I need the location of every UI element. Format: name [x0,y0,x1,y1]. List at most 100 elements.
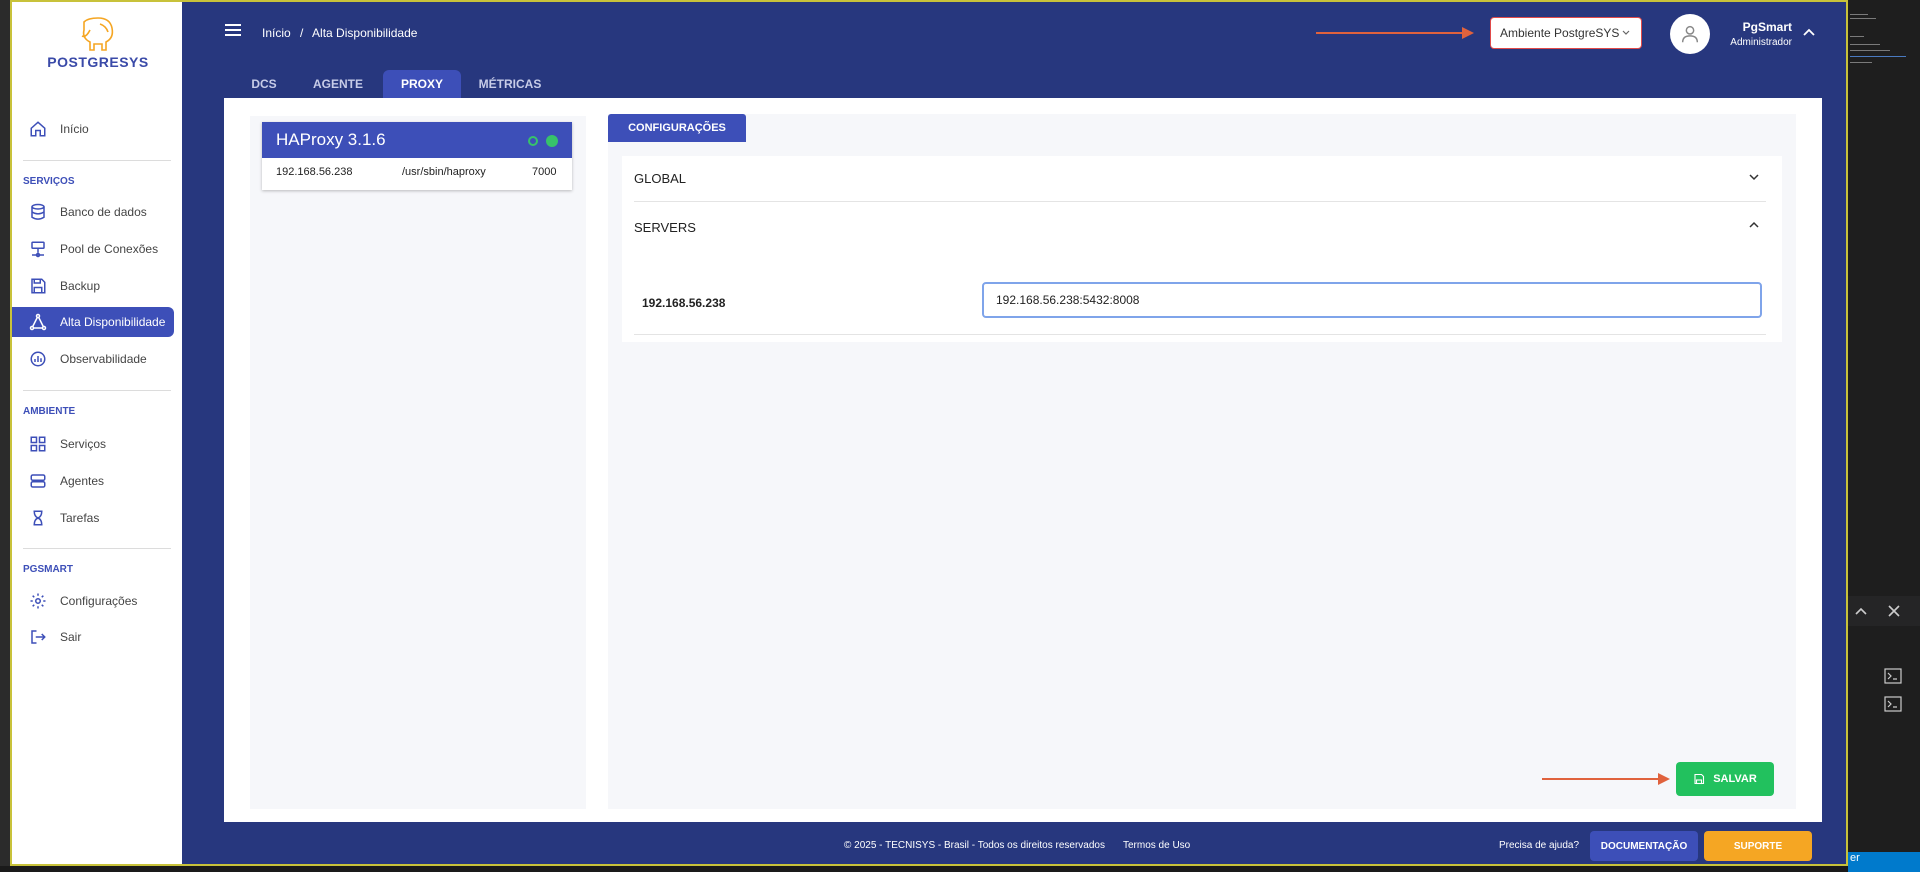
config-accordion: GLOBAL SERVERS 192.168.56.238 192.168.56… [622,156,1782,342]
minimap [1850,10,1910,70]
user-role: Administrador [1730,37,1792,48]
sidebar-item-label: Pool de Conexões [60,242,159,256]
server-stack-icon [28,471,48,491]
sidebar-item-label: Sair [60,630,82,644]
server-name: 192.168.56.238 [642,296,726,310]
chevron-down-icon [1621,28,1631,38]
editor-terminal-list [1848,660,1920,720]
screen: POSTGRESYS Início SERVIÇOS Banco de dado… [0,0,1920,872]
terms-link[interactable]: Termos de Uso [1123,840,1190,851]
proxy-ip: 192.168.56.238 [276,166,353,178]
support-button[interactable]: SUPORTE [1704,831,1812,861]
avatar[interactable] [1670,14,1710,54]
accordion-servers-label: SERVERS [634,219,696,235]
sidebar-item-label: Tarefas [60,511,100,525]
logo-text: POSTGRESYS [47,54,149,70]
editor-status-bar: er [1848,852,1920,872]
terminal-icon[interactable] [1884,668,1902,684]
sidebar-item-inicio[interactable]: Início [12,114,174,144]
tab-proxy[interactable]: PROXY [383,70,461,98]
home-icon [28,119,48,139]
accordion-servers[interactable]: SERVERS [634,204,1766,250]
gear-icon [28,591,48,611]
chevron-up-icon[interactable] [1802,27,1816,37]
annotation-arrow [1316,32,1466,34]
sidebar-item-configuracoes[interactable]: Configurações [12,586,174,616]
left-edge [0,0,10,872]
sidebar-item-label: Configurações [60,594,138,608]
save-disk-icon [28,276,48,296]
user-icon [1681,25,1699,43]
annotation-arrow-head [1462,27,1474,39]
divider [23,160,171,161]
environment-select[interactable]: Ambiente PostgreSYS [1490,17,1642,49]
sidebar-item-banco-de-dados[interactable]: Banco de dados [12,197,174,227]
annotation-arrow-head [1658,773,1670,785]
config-panel: CONFIGURAÇÕES GLOBAL SERVERS 192.168.56.… [608,114,1796,809]
code-editor-strip: er [1848,0,1920,872]
sidebar-item-label: Alta Disponibilidade [60,315,166,329]
breadcrumb-separator: / [300,26,304,40]
footer-copyright: © 2025 - TECNISYS - Brasil - Todos os di… [844,840,1105,851]
database-icon [28,202,48,222]
sidebar-item-label: Observabilidade [60,352,147,366]
tab-agente[interactable]: AGENTE [302,70,374,98]
haproxy-card[interactable]: HAProxy 3.1.6 192.168.56.238 /usr/sbin/h… [262,122,572,190]
chevron-up-icon[interactable] [1854,606,1868,616]
sidebar-item-backup[interactable]: Backup [12,271,174,301]
help-text: Precisa de ajuda? [1499,840,1580,851]
documentation-button[interactable]: DOCUMENTAÇÃO [1590,831,1698,861]
sidebar-item-label: Serviços [60,437,107,451]
divider [23,548,171,549]
chevron-down-icon [1748,172,1760,182]
environment-select-value: Ambiente PostgreSYS [1500,26,1620,40]
proxy-name: HAProxy 3.1.6 [276,130,386,149]
breadcrumb-home-link[interactable]: Início [262,26,291,40]
editor-panel-header [1848,596,1920,626]
sidebar-item-label: Agentes [60,474,105,488]
section-title-pgsmart: PGSMART [23,564,73,575]
proxy-list: HAProxy 3.1.6 192.168.56.238 /usr/sbin/h… [250,116,586,809]
menu-toggle-icon[interactable] [225,24,241,36]
sidebar-item-tarefas[interactable]: Tarefas [12,503,174,533]
save-button-label: SALVAR [1713,773,1757,785]
sidebar-item-alta-disponibilidade[interactable]: Alta Disponibilidade [12,307,174,337]
sidebar-item-label: Backup [60,279,101,293]
proxy-path: /usr/sbin/haproxy [402,166,486,178]
save-button[interactable]: SALVAR [1676,762,1774,796]
chart-circle-icon [28,349,48,369]
sidebar-item-label: Banco de dados [60,205,147,219]
triangle-nodes-icon [28,312,48,332]
status-ring-icon [528,136,538,146]
app-window: POSTGRESYS Início SERVIÇOS Banco de dado… [10,0,1848,866]
sidebar-item-sair[interactable]: Sair [12,622,174,652]
sidebar: POSTGRESYS Início SERVIÇOS Banco de dado… [12,2,182,864]
bottom-edge [0,866,1848,872]
editor-status-text: er [1850,852,1860,864]
tab-metricas[interactable]: MÉTRICAS [468,70,552,98]
tab-dcs[interactable]: DCS [236,70,292,98]
server-network-icon [28,239,48,259]
divider [23,390,171,391]
terminal-icon[interactable] [1884,696,1902,712]
divider [634,334,1766,335]
status-online-icon [546,135,558,147]
sidebar-item-servicos[interactable]: Serviços [12,429,174,459]
breadcrumb: Início / Alta Disponibilidade [262,26,423,40]
sidebar-item-pool-de-conexoes[interactable]: Pool de Conexões [12,234,174,264]
tab-configuracoes[interactable]: CONFIGURAÇÕES [608,114,746,142]
sidebar-item-observabilidade[interactable]: Observabilidade [12,344,174,374]
annotation-arrow [1542,778,1662,780]
section-title-ambiente: AMBIENTE [23,406,76,417]
chevron-up-icon [1748,220,1760,230]
server-address-input[interactable]: 192.168.56.238:5432:8008 [982,282,1762,318]
user-name: PgSmart [1742,20,1792,34]
close-icon[interactable] [1888,605,1900,617]
accordion-global[interactable]: GLOBAL [634,156,1766,202]
sidebar-item-agentes[interactable]: Agentes [12,466,174,496]
sidebar-item-label: Início [60,122,89,136]
haproxy-card-header: HAProxy 3.1.6 [262,122,572,158]
save-icon [1693,773,1705,785]
main-panel: HAProxy 3.1.6 192.168.56.238 /usr/sbin/h… [224,98,1822,822]
logout-icon [28,627,48,647]
